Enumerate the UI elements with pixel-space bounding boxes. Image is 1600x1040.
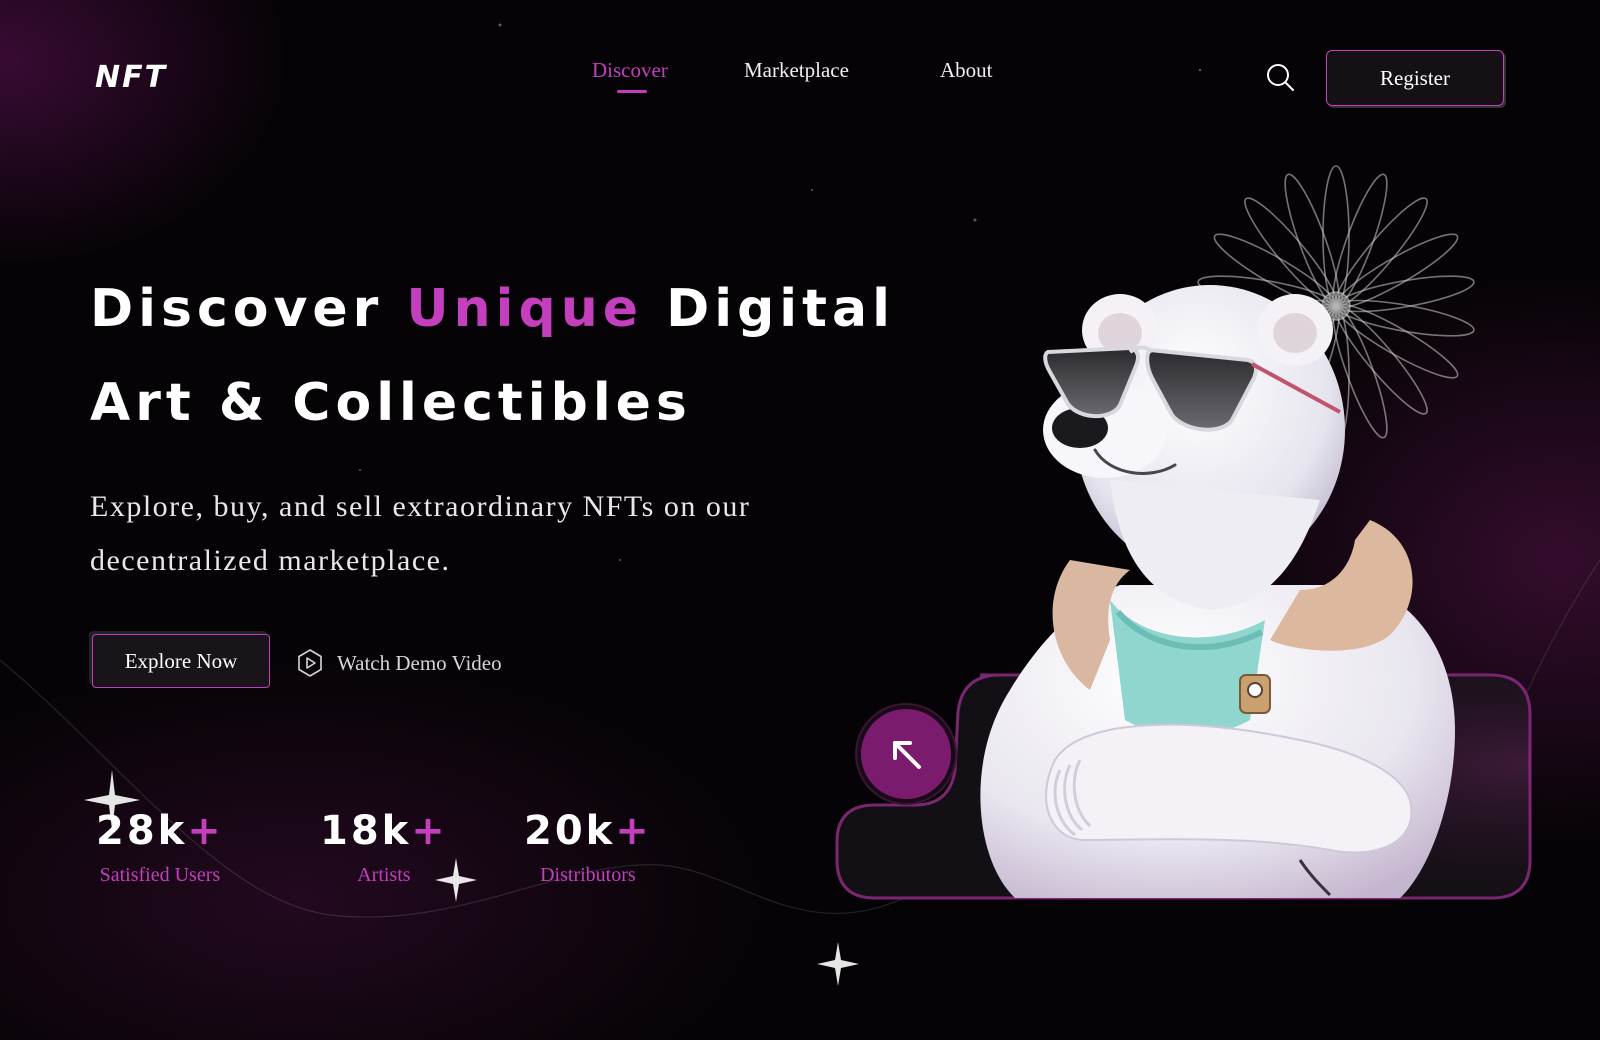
nav-item-marketplace[interactable]: Marketplace bbox=[744, 58, 849, 83]
stat-distributors: 20k+ Distributors bbox=[524, 808, 652, 887]
search-icon[interactable] bbox=[1265, 62, 1295, 92]
hero-subtitle-line2: decentralized marketplace. bbox=[90, 544, 451, 577]
stat-label: Artists bbox=[357, 864, 411, 886]
hero-title-accent: Unique bbox=[406, 279, 643, 339]
nav-item-about[interactable]: About bbox=[940, 58, 993, 83]
hero-subtitle: Explore, buy, and sell extraordinary NFT… bbox=[90, 480, 850, 588]
arrow-up-left-button[interactable] bbox=[857, 705, 955, 803]
stat-label: Distributors bbox=[540, 864, 636, 886]
polar-bear-illustration bbox=[980, 285, 1455, 898]
watch-demo-label: Watch Demo Video bbox=[337, 650, 502, 675]
nav-item-discover[interactable]: Discover bbox=[592, 58, 668, 83]
watch-demo-link[interactable]: Watch Demo Video bbox=[295, 648, 502, 678]
spirograph-flower-decoration bbox=[1197, 165, 1475, 447]
hero-subtitle-line1: Explore, buy, and sell extraordinary NFT… bbox=[90, 490, 751, 523]
active-nav-indicator bbox=[617, 90, 647, 93]
hero-title: Discover Unique Digital Art & Collectibl… bbox=[90, 262, 1030, 450]
stat-satisfied-users: 28k+ Satisfied Users bbox=[96, 808, 224, 887]
play-hexagon-icon bbox=[298, 649, 322, 677]
stat-value: 20k+ bbox=[524, 808, 652, 854]
arrow-up-left-icon bbox=[893, 741, 921, 769]
stat-value: 18k+ bbox=[320, 808, 448, 854]
landing-page: NFT Discover Marketplace About Register … bbox=[0, 0, 1600, 1040]
hero-title-part2: Digital bbox=[642, 279, 895, 339]
hero-title-line2: Art & Collectibles bbox=[90, 373, 692, 433]
hero-title-part1: Discover bbox=[90, 279, 407, 339]
explore-now-button[interactable]: Explore Now bbox=[92, 634, 270, 688]
stat-label: Satisfied Users bbox=[99, 864, 221, 886]
sparkle-icon bbox=[84, 742, 1513, 986]
stat-value: 28k+ bbox=[96, 808, 224, 854]
register-button[interactable]: Register bbox=[1326, 50, 1504, 106]
stat-artists: 18k+ Artists bbox=[320, 808, 448, 887]
